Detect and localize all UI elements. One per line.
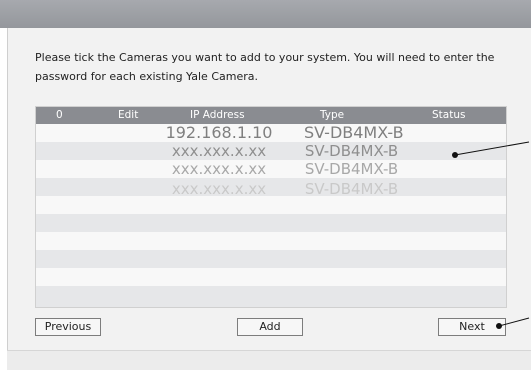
callout-line-next	[498, 317, 530, 327]
callout-lines	[452, 141, 530, 329]
callout-dot-status	[452, 152, 458, 158]
callout-line-status	[454, 141, 530, 156]
callout-dot-next	[496, 323, 502, 329]
